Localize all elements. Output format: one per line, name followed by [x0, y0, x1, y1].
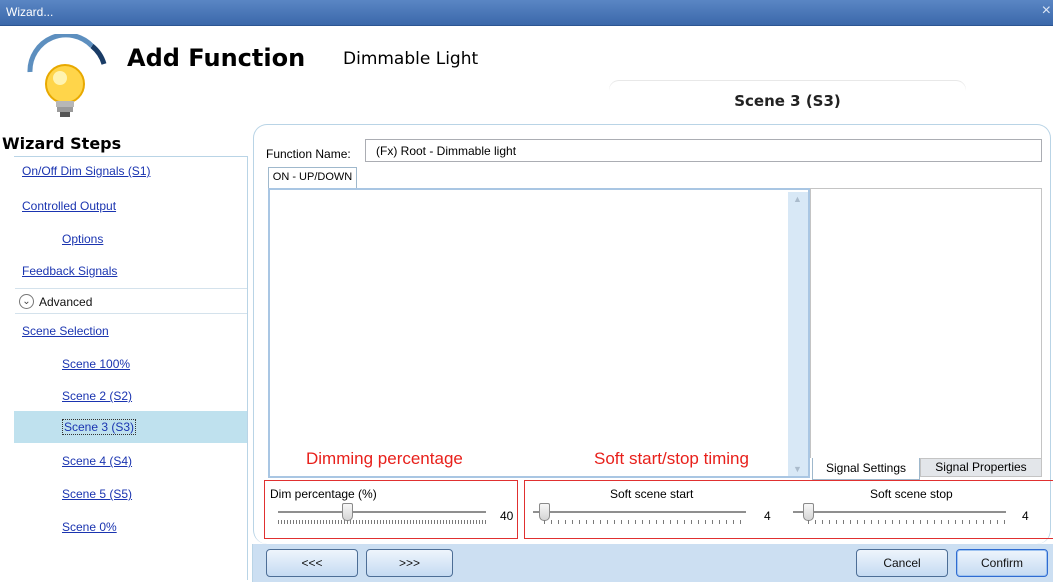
- step-scene-3-selected[interactable]: Scene 3 (S3): [14, 411, 247, 443]
- function-name-label: Function Name:: [266, 147, 351, 161]
- soft-timing-highlight: [524, 480, 1053, 539]
- title-bar: Wizard... ×: [0, 0, 1053, 26]
- tab-signal-settings[interactable]: Signal Settings: [812, 458, 920, 480]
- soft-stop-track[interactable]: [793, 511, 1006, 513]
- soft-stop-value: 4: [1022, 509, 1029, 523]
- step-scene-selection[interactable]: Scene Selection: [22, 324, 109, 338]
- light-bulb-icon: [27, 34, 107, 117]
- step-scene-100[interactable]: Scene 100%: [62, 357, 130, 371]
- page-title: Add Function: [127, 44, 306, 72]
- soft-stop-ticks: [808, 520, 1008, 524]
- wizard-window: Add Function Dimmable Light Scene 3 (S3)…: [0, 26, 1053, 582]
- step-scene-4[interactable]: Scene 4 (S4): [62, 454, 132, 468]
- step-scene-5[interactable]: Scene 5 (S5): [62, 487, 132, 501]
- soft-start-value: 4: [764, 509, 771, 523]
- tab-on-up-down[interactable]: ON - UP/DOWN: [268, 167, 357, 188]
- soft-stop-label: Soft scene stop: [870, 487, 953, 501]
- tab-scene-3: Scene 3 (S3): [609, 81, 966, 121]
- dim-slider-thumb[interactable]: [342, 503, 353, 521]
- vertical-scrollbar[interactable]: ▲ ▼: [788, 192, 808, 476]
- window-title: Wizard...: [6, 5, 54, 19]
- step-options[interactable]: Options: [62, 232, 103, 246]
- annotation-dimming-percentage: Dimming percentage: [306, 449, 463, 468]
- previous-button[interactable]: <<<: [266, 549, 358, 577]
- advanced-section-toggle[interactable]: ⌄ Advanced: [15, 288, 247, 314]
- annotation-soft-timing: Soft start/stop timing: [594, 449, 749, 468]
- signal-list[interactable]: [268, 188, 810, 478]
- step-on-off-dim-signals[interactable]: On/Off Dim Signals (S1): [22, 164, 150, 178]
- function-name-field[interactable]: (Fx) Root - Dimmable light: [365, 139, 1042, 162]
- cancel-button[interactable]: Cancel: [856, 549, 948, 577]
- dim-value: 40: [500, 509, 514, 523]
- close-icon[interactable]: ×: [1042, 2, 1051, 20]
- scroll-up-icon[interactable]: ▲: [793, 194, 802, 204]
- step-scene-0[interactable]: Scene 0%: [62, 520, 117, 534]
- signal-properties-panel: [810, 188, 1042, 458]
- soft-start-thumb[interactable]: [539, 503, 550, 521]
- step-feedback-signals[interactable]: Feedback Signals: [22, 264, 117, 278]
- soft-stop-thumb[interactable]: [803, 503, 814, 521]
- wizard-steps-bottom: [14, 544, 253, 582]
- step-scene-3-label: Scene 3 (S3): [62, 419, 137, 435]
- next-button[interactable]: >>>: [366, 549, 453, 577]
- tab-signal-properties[interactable]: Signal Properties: [920, 458, 1042, 477]
- soft-start-ticks: [544, 520, 744, 524]
- confirm-button[interactable]: Confirm: [956, 549, 1048, 577]
- function-type: Dimmable Light: [343, 49, 479, 69]
- advanced-label: Advanced: [39, 295, 93, 309]
- chevron-down-icon: ⌄: [19, 294, 34, 309]
- step-controlled-output[interactable]: Controlled Output: [22, 199, 116, 213]
- dim-slider-track[interactable]: [278, 511, 486, 513]
- wizard-steps-title: Wizard Steps: [2, 134, 122, 153]
- dim-slider-ticks: [278, 520, 486, 524]
- soft-start-track[interactable]: [533, 511, 746, 513]
- soft-start-label: Soft scene start: [610, 487, 694, 501]
- scroll-down-icon[interactable]: ▼: [793, 464, 802, 474]
- wizard-steps-panel: On/Off Dim Signals (S1) Controlled Outpu…: [14, 156, 248, 580]
- dim-percentage-label: Dim percentage (%): [270, 487, 377, 501]
- step-scene-2[interactable]: Scene 2 (S2): [62, 389, 132, 403]
